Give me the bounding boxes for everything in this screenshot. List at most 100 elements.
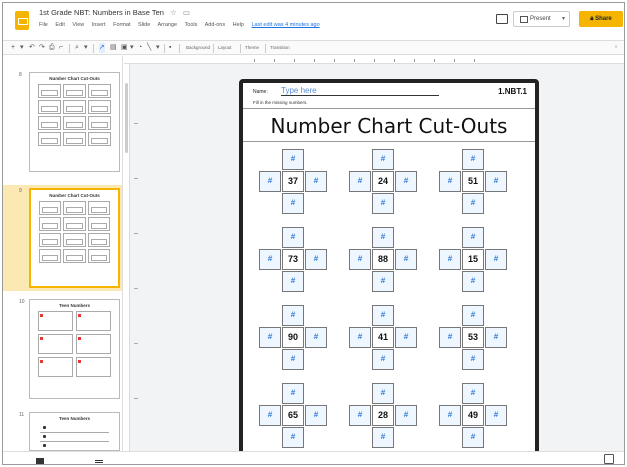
number-cell[interactable]: 28: [372, 405, 394, 426]
layout-button[interactable]: Layout: [218, 43, 232, 53]
missing-number-cell-bottom[interactable]: #: [372, 193, 394, 214]
document-title[interactable]: 1st Grade NBT: Numbers in Base Ten ☆ ▭: [39, 8, 190, 17]
menu-edit[interactable]: Edit: [55, 22, 64, 28]
missing-number-cell-top[interactable]: #: [462, 383, 484, 404]
number-cell[interactable]: 37: [282, 171, 304, 192]
missing-number-cell-right[interactable]: #: [485, 405, 507, 426]
missing-number-cell-right[interactable]: #: [305, 327, 327, 348]
star-icon[interactable]: ☆: [170, 8, 177, 17]
missing-number-cell-left[interactable]: #: [439, 171, 461, 192]
present-button[interactable]: Present ▾: [513, 11, 570, 27]
missing-number-cell-right[interactable]: #: [485, 249, 507, 270]
missing-number-cell-bottom[interactable]: #: [372, 349, 394, 370]
slide-thumbnail-11[interactable]: Teen Numbers: [29, 412, 120, 451]
missing-number-cell-top[interactable]: #: [372, 383, 394, 404]
missing-number-cell-bottom[interactable]: #: [282, 349, 304, 370]
theme-button[interactable]: Theme: [245, 43, 259, 53]
missing-number-cell-left[interactable]: #: [439, 405, 461, 426]
menu-view[interactable]: View: [72, 22, 84, 28]
missing-number-cell-right[interactable]: #: [395, 327, 417, 348]
missing-number-cell-left[interactable]: #: [259, 171, 281, 192]
menu-addons[interactable]: Add-ons: [205, 22, 226, 28]
number-cell[interactable]: 51: [462, 171, 484, 192]
image-dropdown-icon[interactable]: ▾: [130, 43, 134, 53]
missing-number-cell-left[interactable]: #: [349, 171, 371, 192]
missing-number-cell-top[interactable]: #: [282, 383, 304, 404]
name-field[interactable]: Type here: [281, 86, 439, 96]
missing-number-cell-top[interactable]: #: [372, 149, 394, 170]
missing-number-cell-left[interactable]: #: [259, 327, 281, 348]
line-dropdown-icon[interactable]: ▾: [156, 43, 160, 53]
missing-number-cell-right[interactable]: #: [395, 405, 417, 426]
menu-slide[interactable]: Slide: [138, 22, 150, 28]
number-cell[interactable]: 90: [282, 327, 304, 348]
menu-format[interactable]: Format: [113, 22, 130, 28]
missing-number-cell-top[interactable]: #: [462, 305, 484, 326]
slide-thumbnail-8[interactable]: Number Chart Cut-Outs: [29, 72, 120, 172]
zoom-icon[interactable]: ⌕: [75, 43, 79, 53]
menu-help[interactable]: Help: [233, 22, 244, 28]
present-dropdown-icon[interactable]: ▾: [562, 12, 565, 26]
filmstrip-view-icon[interactable]: [95, 460, 103, 463]
missing-number-cell-left[interactable]: #: [259, 249, 281, 270]
number-cell[interactable]: 24: [372, 171, 394, 192]
last-edit-link[interactable]: Last edit was 4 minutes ago: [251, 22, 319, 28]
missing-number-cell-bottom[interactable]: #: [282, 271, 304, 292]
missing-number-cell-left[interactable]: #: [259, 405, 281, 426]
menu-tools[interactable]: Tools: [185, 22, 198, 28]
missing-number-cell-right[interactable]: #: [485, 171, 507, 192]
new-slide-icon[interactable]: +: [11, 43, 15, 53]
missing-number-cell-right[interactable]: #: [305, 405, 327, 426]
number-cell[interactable]: 41: [372, 327, 394, 348]
filmstrip-scrollbar[interactable]: [125, 83, 128, 153]
undo-icon[interactable]: ↶: [29, 43, 35, 53]
missing-number-cell-left[interactable]: #: [349, 405, 371, 426]
missing-number-cell-bottom[interactable]: #: [462, 349, 484, 370]
transition-button[interactable]: Transition: [270, 43, 290, 53]
slide-thumbnail-9[interactable]: Number Chart Cut-Outs: [29, 188, 120, 288]
missing-number-cell-bottom[interactable]: #: [462, 427, 484, 448]
document-title-text[interactable]: 1st Grade NBT: Numbers in Base Ten: [39, 8, 164, 17]
background-button[interactable]: Background: [186, 43, 210, 53]
missing-number-cell-top[interactable]: #: [462, 227, 484, 248]
line-icon[interactable]: ╲: [147, 43, 151, 53]
missing-number-cell-bottom[interactable]: #: [462, 193, 484, 214]
shape-icon[interactable]: ◔: [138, 43, 142, 53]
number-cell[interactable]: 49: [462, 405, 484, 426]
text-box-icon[interactable]: ▤: [110, 43, 117, 53]
comment-history-icon[interactable]: [496, 14, 508, 24]
move-to-folder-icon[interactable]: ▭: [183, 8, 190, 17]
missing-number-cell-top[interactable]: #: [282, 149, 304, 170]
missing-number-cell-top[interactable]: #: [372, 227, 394, 248]
collapse-toolbar-icon[interactable]: ^: [615, 43, 617, 53]
number-cell[interactable]: 88: [372, 249, 394, 270]
missing-number-cell-left[interactable]: #: [349, 327, 371, 348]
missing-number-cell-bottom[interactable]: #: [372, 427, 394, 448]
number-cell[interactable]: 53: [462, 327, 484, 348]
select-cursor-icon[interactable]: ➚: [99, 43, 105, 53]
number-cell[interactable]: 73: [282, 249, 304, 270]
new-slide-dropdown-icon[interactable]: ▾: [20, 43, 24, 53]
missing-number-cell-bottom[interactable]: #: [372, 271, 394, 292]
missing-number-cell-right[interactable]: #: [395, 171, 417, 192]
grid-view-icon[interactable]: [36, 458, 44, 464]
missing-number-cell-right[interactable]: #: [305, 171, 327, 192]
slide-thumbnail-10[interactable]: Teen Numbers: [29, 299, 120, 399]
menu-insert[interactable]: Insert: [92, 22, 106, 28]
missing-number-cell-top[interactable]: #: [462, 149, 484, 170]
add-comment-icon[interactable]: ▪: [169, 43, 171, 53]
missing-number-cell-right[interactable]: #: [305, 249, 327, 270]
missing-number-cell-right[interactable]: #: [485, 327, 507, 348]
slides-logo[interactable]: [15, 11, 29, 30]
menu-file[interactable]: File: [39, 22, 48, 28]
menu-arrange[interactable]: Arrange: [158, 22, 178, 28]
missing-number-cell-top[interactable]: #: [372, 305, 394, 326]
explore-icon[interactable]: [604, 454, 614, 464]
paint-format-icon[interactable]: ⌐: [59, 43, 63, 53]
missing-number-cell-right[interactable]: #: [395, 249, 417, 270]
missing-number-cell-left[interactable]: #: [349, 249, 371, 270]
redo-icon[interactable]: ↷: [39, 43, 45, 53]
number-cell[interactable]: 15: [462, 249, 484, 270]
image-icon[interactable]: ▣: [121, 43, 128, 53]
missing-number-cell-left[interactable]: #: [439, 249, 461, 270]
